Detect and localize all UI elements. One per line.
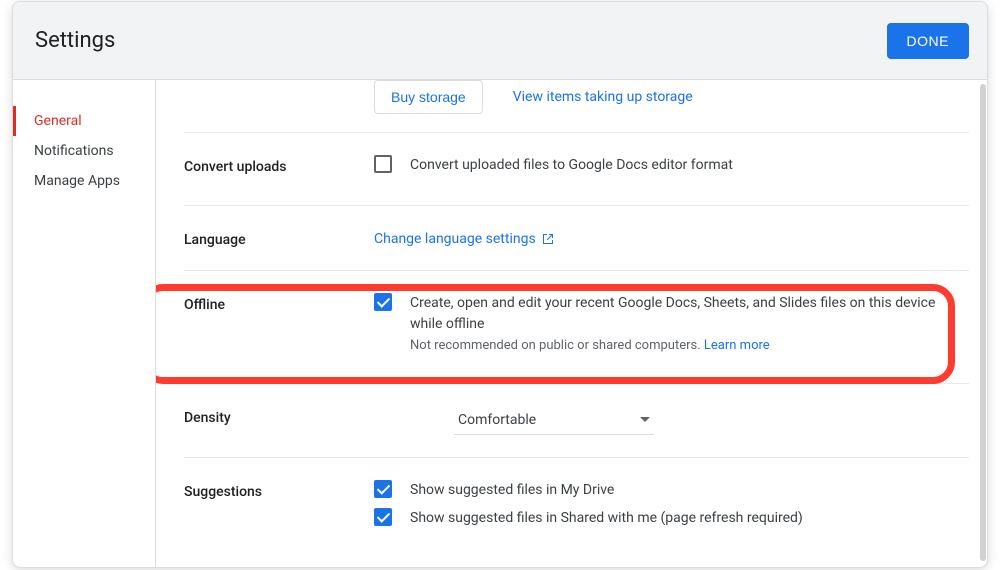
page-title: Settings [35,28,115,53]
done-button[interactable]: DONE [887,23,969,59]
sidebar-item-label: General [34,113,82,129]
suggested-shared-checkbox[interactable] [374,508,392,526]
learn-more-link[interactable]: Learn more [704,338,770,353]
suggestions-row: Suggestions Show suggested files in My D… [184,458,969,559]
row-title: Suggestions [184,480,374,537]
convert-uploads-row: Convert uploads Convert uploaded files t… [184,133,969,206]
sidebar-item-label: Notifications [34,143,114,159]
suggested-mydrive-label: Show suggested files in My Drive [410,480,614,500]
dialog-header: Settings DONE [13,2,987,80]
suggested-shared-label: Show suggested files in Shared with me (… [410,508,803,528]
view-storage-link[interactable]: View items taking up storage [513,89,693,105]
sidebar: General Notifications Manage Apps [13,80,156,567]
suggested-mydrive-checkbox[interactable] [374,480,392,498]
row-title: Density [184,406,374,435]
scrollbar[interactable] [980,84,986,561]
chevron-down-icon [640,417,650,422]
offline-hint-text: Not recommended on public or shared comp… [410,338,701,353]
density-select[interactable]: Comfortable [454,406,654,435]
row-title: Convert uploads [184,155,374,183]
settings-dialog: Settings DONE General Notifications Mana… [12,1,988,568]
density-row: Density Comfortable [184,384,969,458]
row-title: Language [184,228,374,248]
row-title: Offline [184,293,374,361]
buy-storage-button[interactable]: Buy storage [374,80,483,114]
settings-content: Buy storage View items taking up storage… [156,80,987,567]
sidebar-item-general[interactable]: General [13,106,155,136]
storage-row: Buy storage View items taking up storage [184,80,969,133]
external-link-icon [542,233,554,245]
offline-checkbox[interactable] [374,293,392,311]
sidebar-item-manage-apps[interactable]: Manage Apps [13,166,155,196]
dialog-body: General Notifications Manage Apps Buy st… [13,80,987,567]
change-language-link[interactable]: Change language settings [374,231,554,247]
language-row: Language Change language settings [184,206,969,271]
sidebar-item-label: Manage Apps [34,173,120,189]
link-label: Change language settings [374,231,536,247]
density-value: Comfortable [458,412,536,428]
sidebar-item-notifications[interactable]: Notifications [13,136,155,166]
offline-row: Offline Create, open and edit your recen… [184,271,969,384]
convert-uploads-label: Convert uploaded files to Google Docs ed… [410,155,733,175]
convert-uploads-checkbox[interactable] [374,155,392,173]
offline-label: Create, open and edit your recent Google… [410,293,969,334]
offline-hint: Not recommended on public or shared comp… [410,338,969,353]
